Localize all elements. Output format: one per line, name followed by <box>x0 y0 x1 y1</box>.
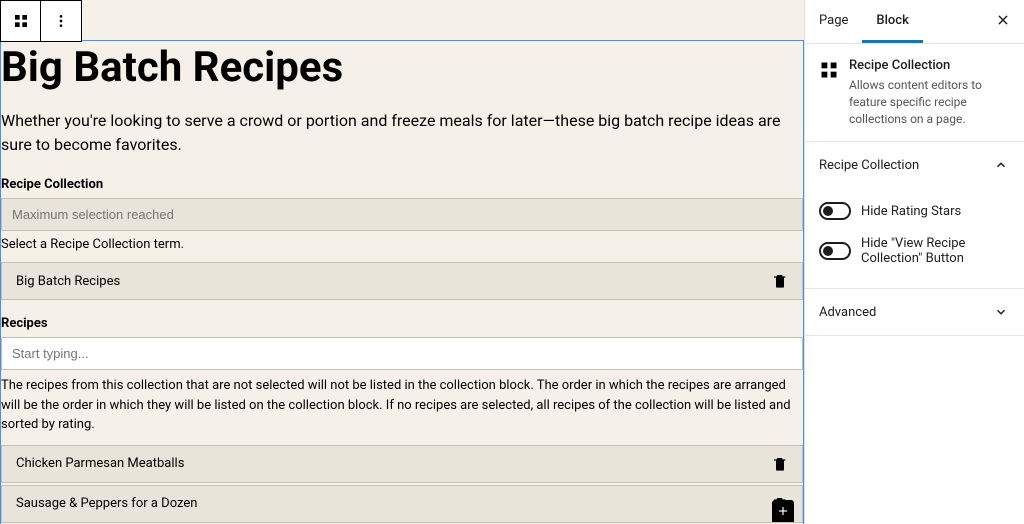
settings-sidebar: Page Block Recipe Collection Allows cont… <box>804 0 1024 524</box>
recipe-collection-block[interactable]: Big Batch Recipes Whether you're looking… <box>0 40 804 524</box>
recipes-label: Recipes <box>1 316 803 331</box>
panel-collection-title: Recipe Collection <box>819 158 919 173</box>
block-toolbar[interactable] <box>0 0 82 42</box>
recipe-item-label: Chicken Parmesan Meatballs <box>16 456 184 471</box>
close-sidebar-button[interactable] <box>982 0 1024 43</box>
recipe-item-label: Sausage & Peppers for a Dozen <box>16 496 197 511</box>
more-options-button[interactable] <box>41 1 81 41</box>
sidebar-tabs: Page Block <box>805 0 1024 44</box>
toggle-hide-button-label: Hide "View Recipe Collection" Button <box>861 236 1010 266</box>
recipes-input[interactable] <box>1 337 803 370</box>
trash-icon <box>772 273 788 289</box>
panel-advanced-header[interactable]: Advanced <box>805 289 1024 336</box>
toggle-row-rating: Hide Rating Stars <box>819 194 1010 228</box>
collection-label: Recipe Collection <box>1 177 803 192</box>
block-description: Whether you're looking to serve a crowd … <box>1 109 803 157</box>
block-type-button[interactable] <box>1 1 41 41</box>
remove-collection-item-button[interactable] <box>772 273 788 289</box>
chevron-up-icon <box>992 156 1010 174</box>
insert-block-button[interactable] <box>772 500 794 522</box>
trash-icon <box>772 456 788 472</box>
toggle-hide-rating-label: Hide Rating Stars <box>861 204 961 219</box>
recipes-section: Recipes The recipes from this collection… <box>1 316 803 523</box>
collection-item-label: Big Batch Recipes <box>16 274 120 289</box>
collection-item-row: Big Batch Recipes <box>1 262 803 300</box>
panel-collection-body: Hide Rating Stars Hide "View Recipe Coll… <box>805 188 1024 289</box>
block-card-title: Recipe Collection <box>849 58 1010 73</box>
recipe-item-row: Chicken Parmesan Meatballs <box>1 445 803 483</box>
recipe-item-row: Sausage & Peppers for a Dozen <box>1 485 803 523</box>
remove-recipe-item-button[interactable] <box>772 456 788 472</box>
block-title: Big Batch Recipes <box>1 45 803 91</box>
collection-helper: Select a Recipe Collection term. <box>1 237 803 252</box>
collection-section: Recipe Collection Select a Recipe Collec… <box>1 177 803 300</box>
panel-collection-header[interactable]: Recipe Collection <box>805 142 1024 188</box>
tab-page[interactable]: Page <box>805 1 862 43</box>
plus-icon <box>776 504 790 518</box>
toggle-hide-button[interactable] <box>819 242 851 260</box>
block-card: Recipe Collection Allows content editors… <box>805 44 1024 142</box>
collection-input[interactable] <box>1 198 803 231</box>
grid-icon <box>13 13 29 29</box>
close-icon <box>996 13 1010 27</box>
toggle-row-button: Hide "View Recipe Collection" Button <box>819 228 1010 274</box>
recipes-helper: The recipes from this collection that ar… <box>1 376 803 435</box>
toggle-hide-rating[interactable] <box>819 202 851 220</box>
block-card-description: Allows content editors to feature specif… <box>849 77 1010 127</box>
panel-advanced-title: Advanced <box>819 305 876 320</box>
grid-icon <box>819 60 839 84</box>
chevron-down-icon <box>992 303 1010 321</box>
tab-block[interactable]: Block <box>862 1 922 43</box>
ellipsis-vertical-icon <box>53 13 69 29</box>
